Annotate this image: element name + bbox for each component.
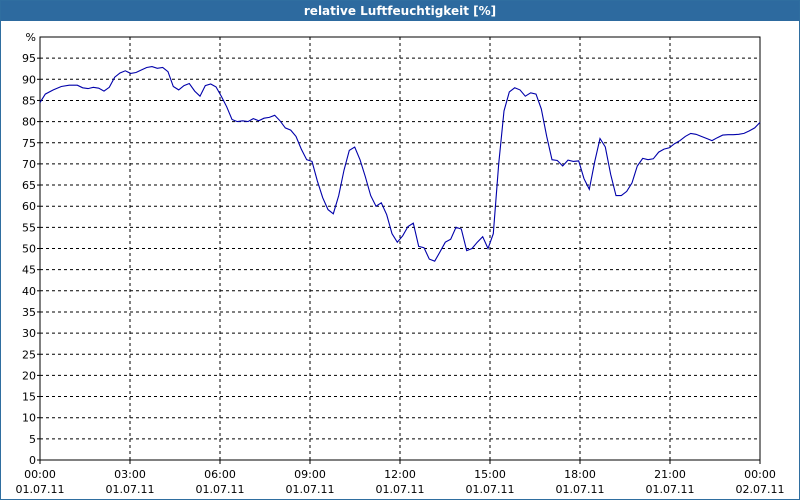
y-tick-label: 5 <box>29 433 36 446</box>
x-tick-date-label: 01.07.11 <box>106 483 155 496</box>
y-tick-label: 60 <box>22 200 36 213</box>
y-tick-label: 95 <box>22 52 36 65</box>
y-tick-label: 35 <box>22 306 36 319</box>
y-tick-label: 55 <box>22 221 36 234</box>
x-tick-date-label: 01.07.11 <box>466 483 515 496</box>
x-tick-time-label: 15:00 <box>474 468 506 481</box>
x-tick-date-label: 01.07.11 <box>376 483 425 496</box>
x-tick-time-label: 21:00 <box>654 468 686 481</box>
y-tick-label: 70 <box>22 158 36 171</box>
x-tick-date-label: 02.07.11 <box>736 483 785 496</box>
grid-layer <box>40 37 760 460</box>
x-tick-time-label: 06:00 <box>204 468 236 481</box>
x-tick-date-label: 01.07.11 <box>286 483 335 496</box>
y-tick-label: 85 <box>22 94 36 107</box>
x-tick-time-label: 00:00 <box>24 468 56 481</box>
y-tick-label: 0 <box>29 454 36 467</box>
x-tick-date-label: 01.07.11 <box>556 483 605 496</box>
x-tick-time-label: 18:00 <box>564 468 596 481</box>
x-tick-time-label: 09:00 <box>294 468 326 481</box>
y-tick-label: 40 <box>22 285 36 298</box>
y-tick-label: 20 <box>22 369 36 382</box>
y-tick-label: 15 <box>22 391 36 404</box>
axis-layer <box>37 36 761 464</box>
x-tick-time-label: 03:00 <box>114 468 146 481</box>
y-tick-label: 75 <box>22 137 36 150</box>
y-tick-label: 30 <box>22 327 36 340</box>
x-tick-date-label: 01.07.11 <box>196 483 245 496</box>
x-tick-time-label: 12:00 <box>384 468 416 481</box>
y-tick-label: 10 <box>22 412 36 425</box>
y-tick-label: 90 <box>22 73 36 86</box>
humidity-chart: 0 5 10 15 20 25 30 35 40 45 50 55 60 65 70 75 80 85 90 95% 0… <box>16 31 785 496</box>
y-tick-label: 45 <box>22 264 36 277</box>
x-tick-date-label: 01.07.11 <box>16 483 65 496</box>
y-tick-label: 25 <box>22 348 36 361</box>
y-axis-unit-label: % <box>26 31 36 44</box>
x-tick-time-label: 00:00 <box>744 468 776 481</box>
y-tick-label: 80 <box>22 116 36 129</box>
y-tick-label: 65 <box>22 179 36 192</box>
x-tick-date-label: 01.07.11 <box>646 483 695 496</box>
y-tick-label: 50 <box>22 243 36 256</box>
